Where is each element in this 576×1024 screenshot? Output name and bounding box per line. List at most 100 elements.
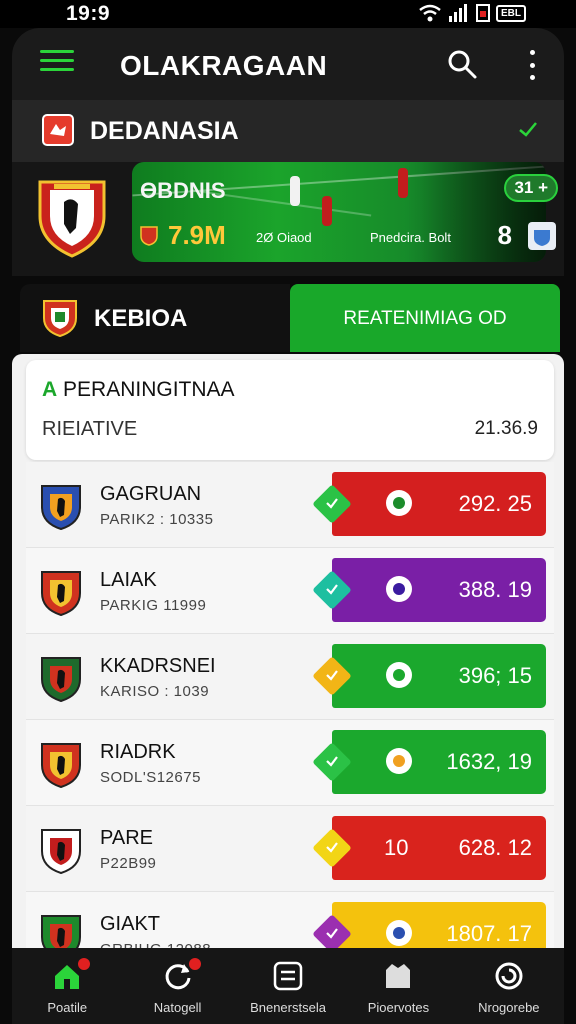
status-dot-icon: [386, 490, 412, 516]
rankings-list: GAGRUAN PARIK2 : 10335 292. 25 LAIAK PAR…: [26, 462, 554, 978]
team-name: GIAKT: [100, 913, 161, 935]
shield-icon: [386, 964, 411, 988]
notification-badge: [78, 958, 91, 970]
value-pill[interactable]: 10 628. 12: [312, 816, 546, 880]
check-icon: [326, 756, 338, 767]
status-time: 19:9: [66, 2, 111, 25]
match-meta-right: Pnedcira. Bolt: [370, 230, 451, 245]
status-icons: EBL: [418, 3, 526, 23]
team-name: PARE: [100, 827, 153, 849]
team-name: LAIAK: [100, 569, 157, 591]
team-code: PARKIG 11999: [100, 597, 207, 614]
rankings-panel: A PERANINGITNAA RIEIATIVE 21.36.9 GAGRUA…: [12, 354, 564, 978]
table-row[interactable]: KKADRSNEI KARISO : 1039 396; 15: [26, 634, 554, 720]
menu-icon[interactable]: [40, 50, 74, 78]
battery-icon: EBL: [496, 4, 526, 22]
match-count: 8: [497, 220, 512, 250]
table-row[interactable]: PARE P22B99 10 628. 12: [26, 806, 554, 892]
value-pill[interactable]: 388. 19: [312, 558, 546, 622]
check-icon: [326, 498, 338, 509]
app-bar: OLAKRAGAAN: [12, 28, 564, 100]
title-prefix: A: [42, 378, 58, 401]
nav-item-4[interactable]: Pioervotes: [343, 948, 453, 1024]
check-icon: [326, 670, 338, 681]
team-code: SODL'S12675: [100, 769, 201, 786]
rankings-subtitle: RIEIATIVE: [42, 418, 138, 440]
nav-item-2[interactable]: Natogell: [122, 948, 232, 1024]
value-pill[interactable]: 1632, 19: [312, 730, 546, 794]
pill-value: 388. 19: [458, 577, 532, 602]
tab-label: KEBIOA: [94, 305, 188, 332]
value-pill[interactable]: 292. 25: [312, 472, 546, 536]
pill-value: 292. 25: [458, 491, 532, 516]
notification-badge: [188, 958, 201, 970]
player-figure: [322, 196, 332, 226]
more-options-icon[interactable]: [528, 50, 536, 80]
featured-match[interactable]: ӨBDNIS 7.9M 2Ø Oiaod Pnedcira. Bolt 31 +…: [12, 162, 564, 276]
pill-value: 1632, 19: [446, 749, 532, 774]
search-icon[interactable]: [446, 48, 478, 80]
team-code: P22B99: [100, 855, 157, 872]
table-row[interactable]: RIADRK SODL'S12675 1632, 19: [26, 720, 554, 806]
status-dot-icon: [386, 662, 412, 688]
check-icon: [326, 584, 338, 595]
league-name: DEDANASIA: [90, 117, 239, 145]
nav-label: Natogell: [153, 1000, 202, 1015]
status-dot-icon: [386, 920, 412, 946]
table-row[interactable]: LAIAK PARKIG 11999 388. 19: [26, 548, 554, 634]
rankings-total: 21.36.9: [474, 418, 538, 439]
status-bar: 19:9 EBL: [0, 0, 576, 28]
team-logo-icon: [528, 222, 556, 250]
team-name: RIADRK: [100, 741, 176, 763]
nav-label: Bnenerstsela: [250, 1000, 326, 1015]
sim-icon: [476, 4, 490, 22]
mini-crest-icon: [140, 226, 158, 246]
tab-kebioa[interactable]: KEBIOA: [20, 284, 290, 352]
player-figure: [290, 176, 300, 206]
app-title: OLAKRAGAAN: [120, 50, 328, 81]
match-badge[interactable]: 31 +: [504, 174, 558, 202]
nav-item-1[interactable]: Poatile: [12, 948, 122, 1024]
status-dot-icon: [386, 576, 412, 602]
value-pill[interactable]: 396; 15: [312, 644, 546, 708]
check-icon: [326, 928, 338, 939]
league-header[interactable]: DEDANASIA: [12, 100, 564, 162]
match-score: 7.9M: [168, 220, 226, 250]
nav-label: Poatile: [47, 1000, 88, 1015]
checkmark-icon[interactable]: [518, 120, 538, 138]
team-crest-icon: [41, 743, 81, 789]
rankings-header: A PERANINGITNAA RIEIATIVE 21.36.9: [26, 360, 554, 460]
team-name: GAGRUAN: [100, 483, 202, 505]
status-dot-icon: [386, 748, 412, 774]
nav-label: Pioervotes: [367, 1000, 430, 1015]
tab-bar: KEBIOA REATENIMIAG OD: [20, 284, 560, 356]
table-row[interactable]: GAGRUAN PARIK2 : 10335 292. 25: [26, 462, 554, 548]
pill-value: 396; 15: [458, 663, 532, 688]
team-name: KKADRSNEI: [100, 655, 216, 677]
rankings-title: A PERANINGITNAA: [42, 378, 235, 402]
nav-item-5[interactable]: Nrogorebe: [454, 948, 564, 1024]
nav-item-3[interactable]: Bnenerstsela: [233, 948, 343, 1024]
match-banner[interactable]: ӨBDNIS 7.9M 2Ø Oiaod Pnedcira. Bolt: [132, 162, 546, 262]
match-team-name: ӨBDNIS: [140, 178, 226, 203]
tab-label: REATENIMIAG OD: [343, 308, 507, 329]
team-crest-icon: [41, 657, 81, 703]
match-meta-left: 2Ø Oiaod: [256, 230, 312, 245]
team-code: PARIK2 : 10335: [100, 511, 214, 528]
target-icon: [495, 962, 523, 990]
league-crest-icon: [42, 114, 74, 146]
team-crest-icon: [41, 485, 81, 531]
wifi-icon: [419, 4, 441, 22]
team-crest-icon: [41, 571, 81, 617]
team-crest-icon: [41, 829, 81, 875]
check-icon: [326, 842, 338, 853]
signal-icon: [449, 4, 467, 22]
tab-reatenimiag[interactable]: REATENIMIAG OD: [290, 284, 560, 352]
bottom-nav: Poatile Natogell Bnenerstsela Pioervotes…: [12, 948, 564, 1024]
pill-value: 628. 12: [458, 835, 532, 860]
camera-notch: [152, 0, 402, 22]
team-crest-icon: [38, 180, 106, 258]
tab-crest-icon: [43, 300, 77, 338]
title-text: PERANINGITNAA: [63, 378, 235, 401]
nav-label: Nrogorebe: [478, 1000, 540, 1015]
